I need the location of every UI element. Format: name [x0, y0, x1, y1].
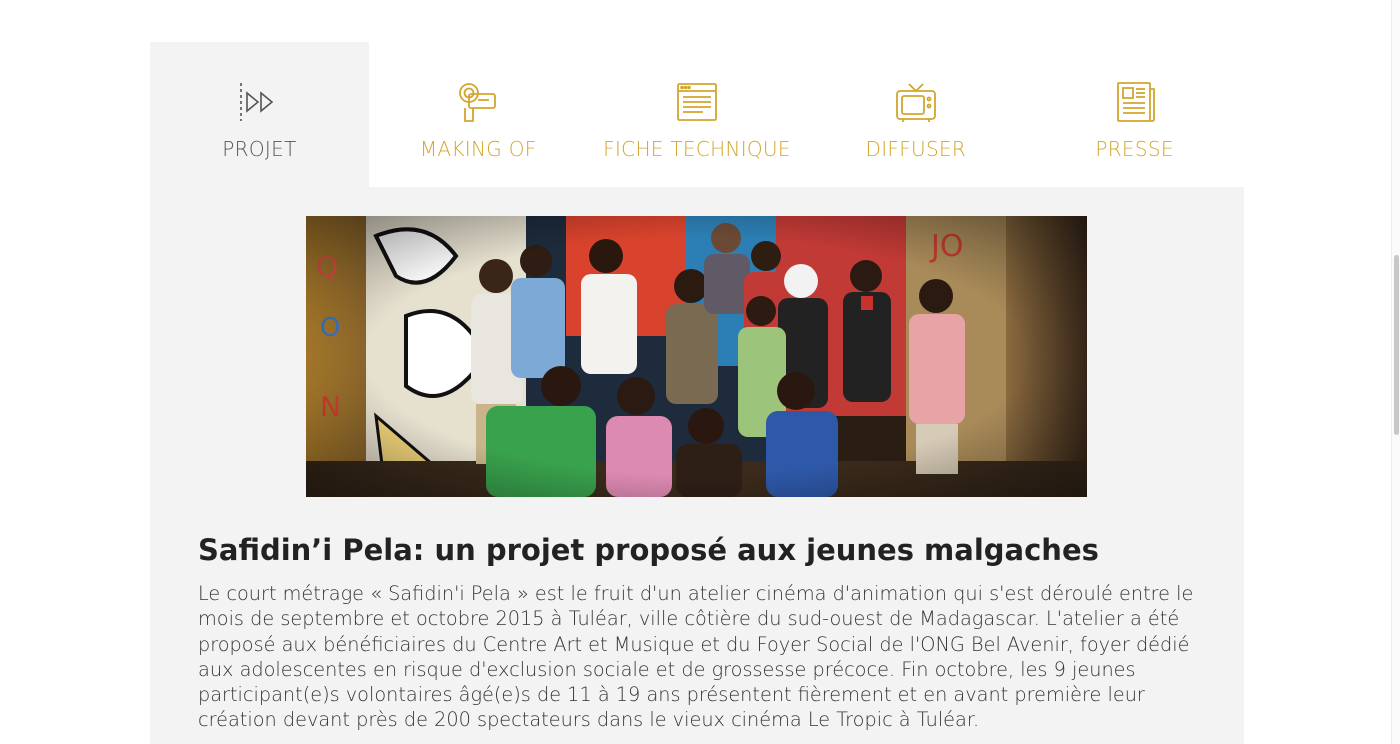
- section-tabs: PROJET MAKING OF FICHE TECHNIQUE DIFFUSE…: [150, 42, 1244, 187]
- tab-making-of[interactable]: MAKING OF: [369, 42, 588, 187]
- tab-label: FICHE TECHNIQUE: [603, 137, 791, 161]
- article-body: Le court métrage « Safidin'i Pela » est …: [198, 582, 1194, 732]
- tab-label: DIFFUSER: [865, 137, 967, 161]
- page: PROJET MAKING OF FICHE TECHNIQUE DIFFUSE…: [0, 0, 1400, 744]
- tab-label: PRESSE: [1095, 137, 1174, 161]
- video-camera-icon: [456, 80, 500, 124]
- scrollbar-thumb[interactable]: [1394, 255, 1399, 435]
- page-scrollbar[interactable]: [1391, 0, 1400, 744]
- play-forward-icon: [237, 80, 281, 124]
- tab-label: PROJET: [222, 137, 297, 161]
- tab-projet[interactable]: PROJET: [150, 42, 369, 187]
- tab-label: MAKING OF: [419, 137, 537, 161]
- tab-content-panel: Q O N JO: [150, 187, 1244, 744]
- article-title: Safidin’i Pela: un projet proposé aux je…: [198, 533, 1099, 567]
- newspaper-icon: [1113, 80, 1157, 124]
- group-photo-image: Q O N JO: [306, 216, 1087, 497]
- tab-diffuser[interactable]: DIFFUSER: [806, 42, 1025, 187]
- television-icon: [894, 80, 938, 124]
- browser-page-icon: [675, 80, 719, 124]
- tab-presse[interactable]: PRESSE: [1025, 42, 1244, 187]
- tab-fiche-technique[interactable]: FICHE TECHNIQUE: [588, 42, 807, 187]
